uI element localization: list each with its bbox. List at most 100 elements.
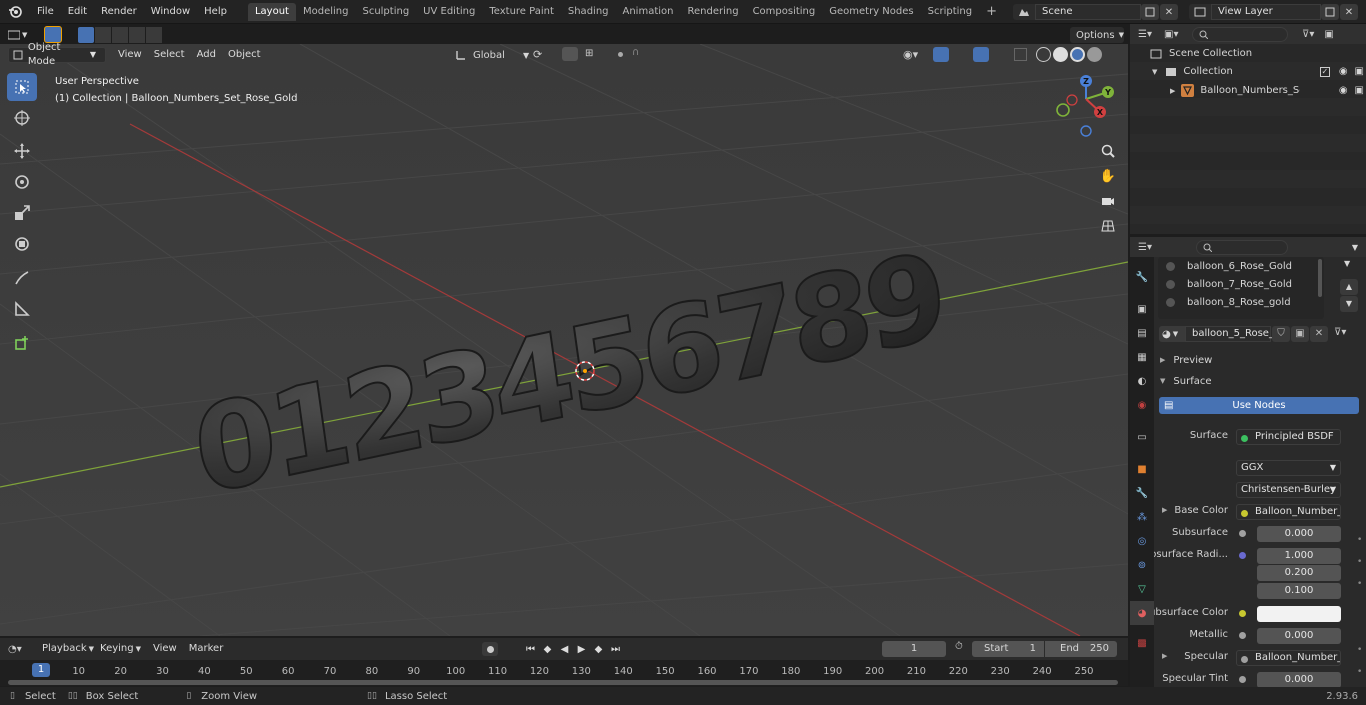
preview-range-icon[interactable]: ⏱ [955, 641, 963, 652]
delete-scene-icon[interactable]: ✕ [1160, 4, 1178, 20]
checkbox-icon[interactable]: ✓ [1319, 66, 1330, 77]
shading-material-icon[interactable] [1070, 47, 1085, 62]
filter-icon[interactable]: ⊽▾ [1302, 29, 1314, 40]
overlay-toggle-icon[interactable] [973, 47, 989, 62]
constraint-properties-icon[interactable]: ⊚ [1130, 553, 1154, 577]
subsurface-radius-x-field[interactable]: 1.000 [1257, 548, 1341, 564]
object-properties-icon[interactable]: ■ [1130, 457, 1154, 481]
current-frame-field[interactable]: 1 [882, 641, 946, 657]
pan-hand-icon[interactable]: ✋ [1098, 166, 1118, 186]
outliner-editor-type-icon[interactable]: ☰▾ [1138, 29, 1164, 40]
tab-uv-editing[interactable]: UV Editing [416, 3, 482, 21]
viewport-scene[interactable]: 0123456789 [0, 44, 1128, 636]
tab-rendering[interactable]: Rendering [680, 3, 745, 21]
mode-dropdown[interactable]: Object Mode ▼ [8, 42, 106, 67]
gizmo-toggle-icon[interactable] [933, 47, 949, 62]
viewport-menu-add[interactable]: Add [191, 46, 222, 64]
selection-mode-buttons[interactable] [78, 27, 162, 43]
play-reverse-icon[interactable]: ◀ [556, 644, 573, 655]
tab-shading[interactable]: Shading [561, 3, 616, 21]
outliner-search-input[interactable] [1192, 26, 1288, 42]
list-scrollbar[interactable] [1318, 259, 1322, 297]
properties-editor-type-icon[interactable]: ☰▾ [1138, 242, 1168, 253]
scene-selector[interactable]: Scene ✕ [1013, 3, 1178, 21]
world-properties-icon[interactable]: ◉ [1130, 393, 1154, 417]
fake-user-icon[interactable]: ⛉ [1272, 326, 1290, 342]
new-collection-icon[interactable]: ▣ [1324, 29, 1333, 40]
tab-texture-paint[interactable]: Texture Paint [482, 3, 561, 21]
move-slot-up-icon[interactable]: ▲ [1340, 279, 1358, 295]
move-slot-down-icon[interactable]: ▼ [1340, 296, 1358, 312]
camera-view-icon[interactable] [1098, 191, 1118, 211]
menu-render[interactable]: Render [94, 0, 144, 24]
timeline-ruler[interactable]: 1102030405060708090100110120130140150160… [0, 660, 1128, 686]
physics-properties-icon[interactable]: ◎ [1130, 529, 1154, 553]
material-name-field[interactable]: balloon_5_Rose_... [1185, 326, 1283, 342]
surface-panel-header[interactable]: ▼ Surface [1154, 372, 1366, 390]
expand-arrow-icon[interactable]: ▶ [1162, 506, 1167, 514]
editor-type-button[interactable]: ▼ [8, 27, 32, 43]
outliner-row-object[interactable]: ▶ Balloon_Numbers_Set_Ro ◉ ▣ [1170, 84, 1364, 97]
proportional-edit-icon[interactable] [612, 47, 628, 61]
tool-select-box[interactable] [7, 73, 37, 101]
tab-sculpting[interactable]: Sculpting [355, 3, 416, 21]
output-properties-icon[interactable]: ▤ [1130, 321, 1154, 345]
modifier-properties-icon[interactable]: 🔧 [1130, 481, 1154, 505]
tab-geometry-nodes[interactable]: Geometry Nodes [822, 3, 920, 21]
subsurface-value-field[interactable]: 0.000 [1257, 526, 1341, 542]
material-slot[interactable]: balloon_7_Rose_Gold [1166, 275, 1292, 293]
scene-name-field[interactable]: Scene [1035, 4, 1141, 20]
base-color-link-field[interactable]: Balloon_Number_Se... [1236, 504, 1341, 520]
tool-transform[interactable] [7, 230, 37, 258]
material-browse-icon[interactable]: ◕ ▼ [1159, 326, 1185, 342]
eye-icon[interactable]: ◉ [1339, 85, 1348, 96]
expand-arrow-icon[interactable]: ▶ [1162, 652, 1167, 660]
scene-properties-icon[interactable]: ◐ [1130, 369, 1154, 393]
select-intersect-icon[interactable] [146, 27, 162, 43]
unlink-material-icon[interactable]: ✕ [1310, 326, 1328, 342]
snap-settings-icon[interactable]: ⊞ [585, 48, 593, 59]
distribution-dropdown[interactable]: GGX ▼ [1236, 460, 1341, 476]
select-invert-icon[interactable] [129, 27, 145, 43]
properties-search-input[interactable] [1196, 239, 1288, 255]
specular-tint-value-field[interactable]: 0.000 [1257, 672, 1341, 687]
tab-layout[interactable]: Layout [247, 2, 296, 21]
perspective-grid-icon[interactable] [1098, 216, 1118, 236]
use-nodes-button[interactable]: ▤ Use Nodes [1159, 397, 1359, 414]
new-view-layer-icon[interactable] [1321, 4, 1339, 20]
blender-logo-icon[interactable] [0, 0, 30, 24]
zoom-icon[interactable] [1098, 141, 1118, 161]
viewport-menu-select[interactable]: Select [148, 46, 191, 64]
subsurface-color-swatch[interactable] [1257, 606, 1341, 622]
pivot-icon[interactable]: ⟳ [533, 48, 542, 61]
timeline-menu-playback[interactable]: Playback [36, 640, 93, 658]
visibility-icon[interactable]: ◉▾ [903, 48, 918, 61]
play-icon[interactable]: ▶ [573, 644, 590, 655]
collection-properties-icon[interactable]: ▭ [1130, 425, 1154, 449]
tool-annotate[interactable] [7, 264, 37, 292]
end-frame-field[interactable]: End 250 [1045, 641, 1117, 657]
next-keyframe-icon[interactable]: ◆ [590, 644, 607, 655]
tab-animation[interactable]: Animation [616, 3, 681, 21]
material-slot-list[interactable]: balloon_6_Rose_Gold balloon_7_Rose_Gold … [1158, 257, 1324, 319]
3d-viewport[interactable]: 0123456789 User Perspective (1) Collecti… [0, 44, 1128, 636]
eye-icon[interactable]: ◉ [1339, 66, 1348, 77]
shading-wireframe-icon[interactable] [1036, 47, 1051, 62]
expand-arrow-icon[interactable]: ▶ [1170, 87, 1175, 95]
select-extend-icon[interactable] [95, 27, 111, 43]
display-mode-icon[interactable]: ▣▾ [1164, 29, 1190, 40]
jump-end-icon[interactable]: ⏭ [607, 644, 624, 655]
xray-icon[interactable] [1014, 48, 1027, 61]
tab-scripting[interactable]: Scripting [921, 3, 979, 21]
timeline-menu-marker[interactable]: Marker [183, 640, 230, 658]
menu-window[interactable]: Window [144, 0, 197, 24]
material-datablock[interactable]: ◕ ▼ balloon_5_Rose_... ⛉ ▣ ✕ [1159, 325, 1328, 343]
tool-scale[interactable] [7, 199, 37, 227]
viewport-menu-view[interactable]: View [112, 46, 148, 64]
tool-cursor[interactable] [7, 104, 37, 132]
properties-options-icon[interactable]: ▼ [1352, 243, 1358, 252]
prev-keyframe-icon[interactable]: ◆ [539, 644, 556, 655]
timeline-menu-view[interactable]: View [147, 640, 183, 658]
select-subtract-icon[interactable] [112, 27, 128, 43]
outliner-row-collection[interactable]: ▼ Collection ✓ ◉ ▣ [1152, 66, 1364, 77]
